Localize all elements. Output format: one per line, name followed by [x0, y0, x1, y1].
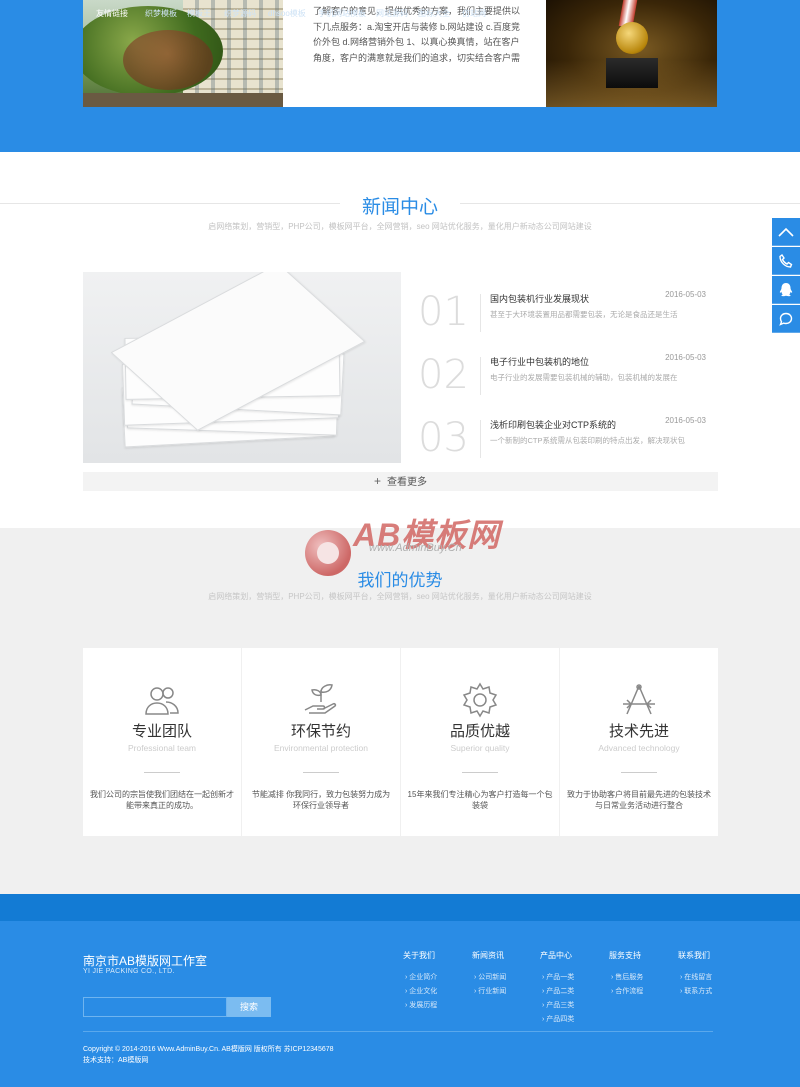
advantage-name: 环保节约 [290, 723, 351, 740]
news-item[interactable]: 01 国内包装机行业发展现状 2016-05-03 甚至于大环境装置用品都需要包… [418, 290, 718, 340]
footer-copyright: Copyright © 2014-2016 Www.AdminBuy.Cn. A… [83, 1046, 334, 1053]
news-item[interactable]: 03 浅析印刷包装企业对CTP系统的 2016-05-03 一个新制的CTP系统… [418, 416, 718, 466]
advantage-name: 专业团队 [131, 723, 192, 740]
phone-button[interactable] [772, 247, 800, 275]
friend-link[interactable]: 模板王 [187, 0, 211, 27]
back-to-top-icon [778, 227, 794, 237]
friend-link[interactable]: dhsoo模板 [268, 0, 306, 27]
plus-icon: + [373, 474, 381, 488]
about-trophy-image [546, 0, 717, 107]
news-summary: 甚至于大环境装置用品都需要包装，无论是食品还是生活 [490, 310, 678, 319]
news-section-subtitle: 启网络策划，营销型，PHP公司，模板网平台，全网营销，seo 网站优化服务，量化… [208, 222, 592, 231]
footer-link[interactable]: › 联系方式 [680, 986, 712, 996]
advantage-name-en: Advanced technology [598, 743, 680, 753]
news-summary: 一个新制的CTP系统需从包装印刷的特点出发，解决现状包 [490, 436, 685, 445]
advantage-name-en: Environmental protection [273, 743, 369, 753]
advantage-card[interactable]: 专业团队 Professional team 我们公司的宗旨使我们团结在一起创新… [83, 648, 241, 836]
news-more-label: 查看更多 [387, 477, 427, 488]
advantage-desc: 致力于协助客户将目前最先进的包装技术与日常业务活动进行整合 [567, 790, 711, 810]
footer-search-button[interactable]: 搜索 [227, 997, 271, 1017]
footer-column-head[interactable]: 联系我们 [678, 950, 710, 961]
footer-link[interactable]: › 行业新闻 [474, 986, 506, 996]
gear-icon [462, 682, 498, 718]
advantage-card[interactable]: 环保节约 Environmental protection 节能减排 你我同行，… [242, 648, 400, 836]
footer-column-head[interactable]: 产品中心 [540, 950, 572, 961]
advantage-name: 技术先进 [608, 723, 669, 740]
news-date: 2016-05-03 [665, 416, 706, 425]
compass-tool-icon [623, 684, 655, 715]
news-headline[interactable]: 电子行业中包装机的地位 [490, 355, 589, 368]
news-paper-stack-image[interactable] [83, 272, 401, 463]
footer-link[interactable]: › 公司新闻 [474, 972, 506, 982]
advantage-name-en: Superior quality [450, 743, 510, 753]
footer-link[interactable]: › 发展历程 [405, 1000, 437, 1010]
footer-link[interactable]: › 售后服务 [611, 972, 643, 982]
advantage-card[interactable]: 技术先进 Advanced technology 致力于协助客户将目前最先进的包… [560, 648, 718, 836]
advantage-name-en: Professional team [127, 743, 197, 753]
advantage-desc: 节能减排 你我同行，致力包装努力成为环保行业领导者 [251, 790, 391, 810]
footer-column-head[interactable]: 服务支持 [609, 950, 641, 961]
advantage-desc: 我们公司的宗旨使我们团结在一起创新才能带来真正的成功。 [90, 790, 234, 810]
friend-link[interactable]: 织梦模板 [145, 0, 177, 27]
footer-link[interactable]: › 在线留言 [680, 972, 712, 982]
advantage-section-subtitle: 启网络策划，营销型，PHP公司，模板网平台，全网营销，seo 网站优化服务，量化… [208, 592, 592, 601]
footer-link[interactable]: › 产品四类 [542, 1014, 574, 1024]
footer-link[interactable]: › 企业文化 [405, 986, 437, 996]
news-number: 01 [418, 289, 469, 335]
footer-link[interactable]: › 产品一类 [542, 972, 574, 982]
qq-button[interactable] [772, 276, 800, 304]
leaf-hand-icon [304, 684, 337, 714]
advantage-card[interactable]: 品质优越 Superior quality 15年来我们专注精心为客户打造每一个… [401, 648, 559, 836]
footer-column-head[interactable]: 关于我们 [403, 950, 435, 961]
back-to-top-button[interactable] [772, 218, 800, 246]
friend-link[interactable]: 手机网站模板 [318, 0, 366, 27]
footer-company-name: 南京市AB模版网工作室 [83, 954, 208, 968]
news-headline[interactable]: 国内包装机行业发展现状 [490, 292, 589, 305]
news-number: 02 [418, 352, 469, 398]
news-summary: 电子行业的发展需要包装机械的辅助，包装机械的发展在 [490, 373, 678, 382]
footer-column-head[interactable]: 新闻资讯 [472, 950, 504, 961]
footer-company-name-en: YI JIE PACKING CO., LTD. [83, 968, 175, 975]
footer-search-input[interactable] [83, 997, 227, 1017]
message-icon [779, 312, 793, 326]
advantage-name: 品质优越 [449, 723, 510, 740]
advantage-section-title: 我们的优势 [357, 571, 443, 590]
news-headline[interactable]: 浅析印刷包装企业对CTP系统的 [490, 418, 616, 431]
friend-link[interactable]: 织梦源码 [224, 0, 256, 27]
news-date: 2016-05-03 [665, 353, 706, 362]
footer-link[interactable]: › 合作流程 [611, 986, 643, 996]
friend-links-bar [0, 894, 800, 921]
news-section-title: 新闻中心 [340, 192, 460, 219]
advantage-desc: 15年来我们专注精心为客户打造每一个包装袋 [407, 790, 553, 810]
qq-icon [779, 282, 793, 296]
friend-link[interactable]: 图标大全 [418, 0, 450, 27]
friend-link[interactable]: 仿站网 [462, 0, 486, 27]
news-number: 03 [418, 415, 469, 461]
footer-link[interactable]: › 产品三类 [542, 1000, 574, 1010]
footer-support: 技术支持：AB模版网 [83, 1057, 149, 1064]
footer-link[interactable]: › 企业简介 [405, 972, 437, 982]
team-icon [145, 687, 179, 715]
friend-link[interactable]: 网站源码 [376, 0, 408, 27]
message-button[interactable] [772, 305, 800, 333]
news-date: 2016-05-03 [665, 290, 706, 299]
news-more-button[interactable]: + 查看更多 [83, 472, 718, 491]
news-item[interactable]: 02 电子行业中包装机的地位 2016-05-03 电子行业的发展需要包装机械的… [418, 353, 718, 403]
phone-icon [779, 253, 793, 268]
footer-link[interactable]: › 产品二类 [542, 986, 574, 996]
watermark-url: www.AdminBuy.Cn [369, 542, 462, 554]
friend-links-label: 友情链接 [96, 9, 128, 18]
